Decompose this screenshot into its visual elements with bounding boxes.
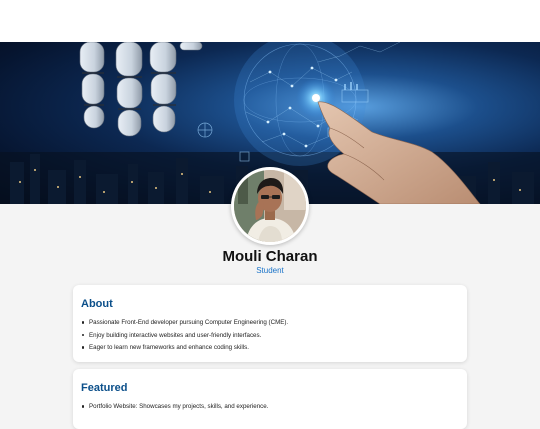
featured-item: Portfolio Website: Showcases my projects… (81, 403, 459, 410)
avatar-photo (234, 170, 306, 242)
featured-list: Portfolio Website: Showcases my projects… (81, 403, 459, 410)
profile-role: Student (256, 266, 284, 275)
about-item: Enjoy building interactive websites and … (81, 332, 459, 339)
about-item: Passionate Front-End developer pursuing … (81, 319, 459, 326)
about-card: About Passionate Front-End developer pur… (73, 285, 467, 362)
about-item: Eager to learn new frameworks and enhanc… (81, 344, 459, 351)
featured-title: Featured (81, 382, 128, 394)
about-title: About (81, 298, 113, 310)
profile-avatar[interactable] (231, 167, 309, 245)
profile-name: Mouli Charan (222, 248, 318, 265)
about-list: Passionate Front-End developer pursuing … (81, 319, 459, 351)
featured-card: Featured Portfolio Website: Showcases my… (73, 369, 467, 429)
top-bar (0, 0, 540, 42)
